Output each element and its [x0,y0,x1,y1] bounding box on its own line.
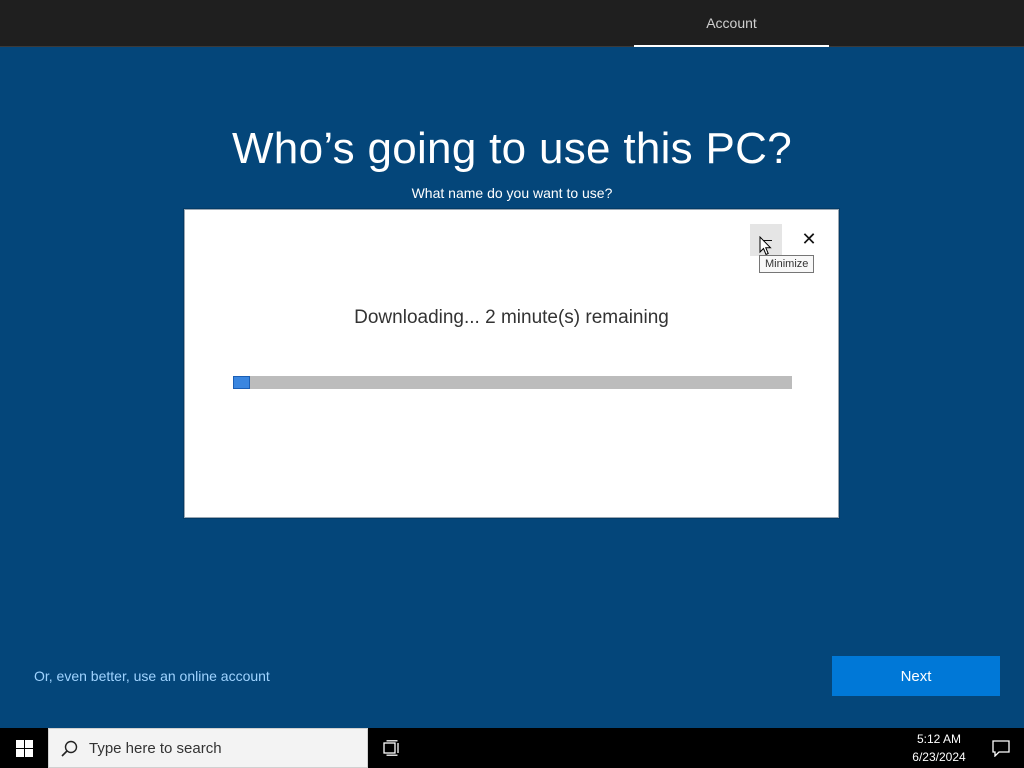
tab-active-indicator [634,45,829,47]
taskbar: Type here to search 5:12 AM 6/23/2024 [0,728,1024,768]
notification-icon [992,739,1010,757]
download-dialog: ✕ Minimize Downloading... 2 minute(s) re… [184,209,839,518]
minimize-tooltip: Minimize [759,255,815,273]
next-button[interactable]: Next [832,656,1000,696]
clock-date: 6/23/2024 [912,750,966,764]
start-button[interactable] [0,728,48,768]
download-status: Downloading... 2 minute(s) remaining [354,307,669,328]
search-icon [61,740,78,757]
page-subtitle: What name do you want to use? [411,185,613,201]
oobe-screen: Account Who’s going to use this PC? What… [0,0,1024,768]
task-view-icon [383,740,399,756]
task-view-button[interactable] [372,728,412,768]
taskbar-search-box[interactable]: Type here to search [48,728,368,768]
search-placeholder: Type here to search [89,740,222,757]
taskbar-clock[interactable]: 5:12 AM 6/23/2024 [900,730,978,766]
tab-account: Account [706,15,757,31]
online-account-link[interactable]: Or, even better, use an online account [34,668,270,684]
top-bar: Account [0,0,1024,47]
windows-logo-icon [15,739,33,757]
close-icon: ✕ [801,229,817,250]
close-button[interactable]: ✕ [793,224,825,256]
action-center-button[interactable] [978,728,1024,768]
clock-time: 5:12 AM [916,732,962,746]
download-progress-bar [233,376,792,389]
download-progress-fill [233,376,250,389]
mouse-cursor-icon [759,236,772,256]
page-title: Who’s going to use this PC? [231,124,793,173]
